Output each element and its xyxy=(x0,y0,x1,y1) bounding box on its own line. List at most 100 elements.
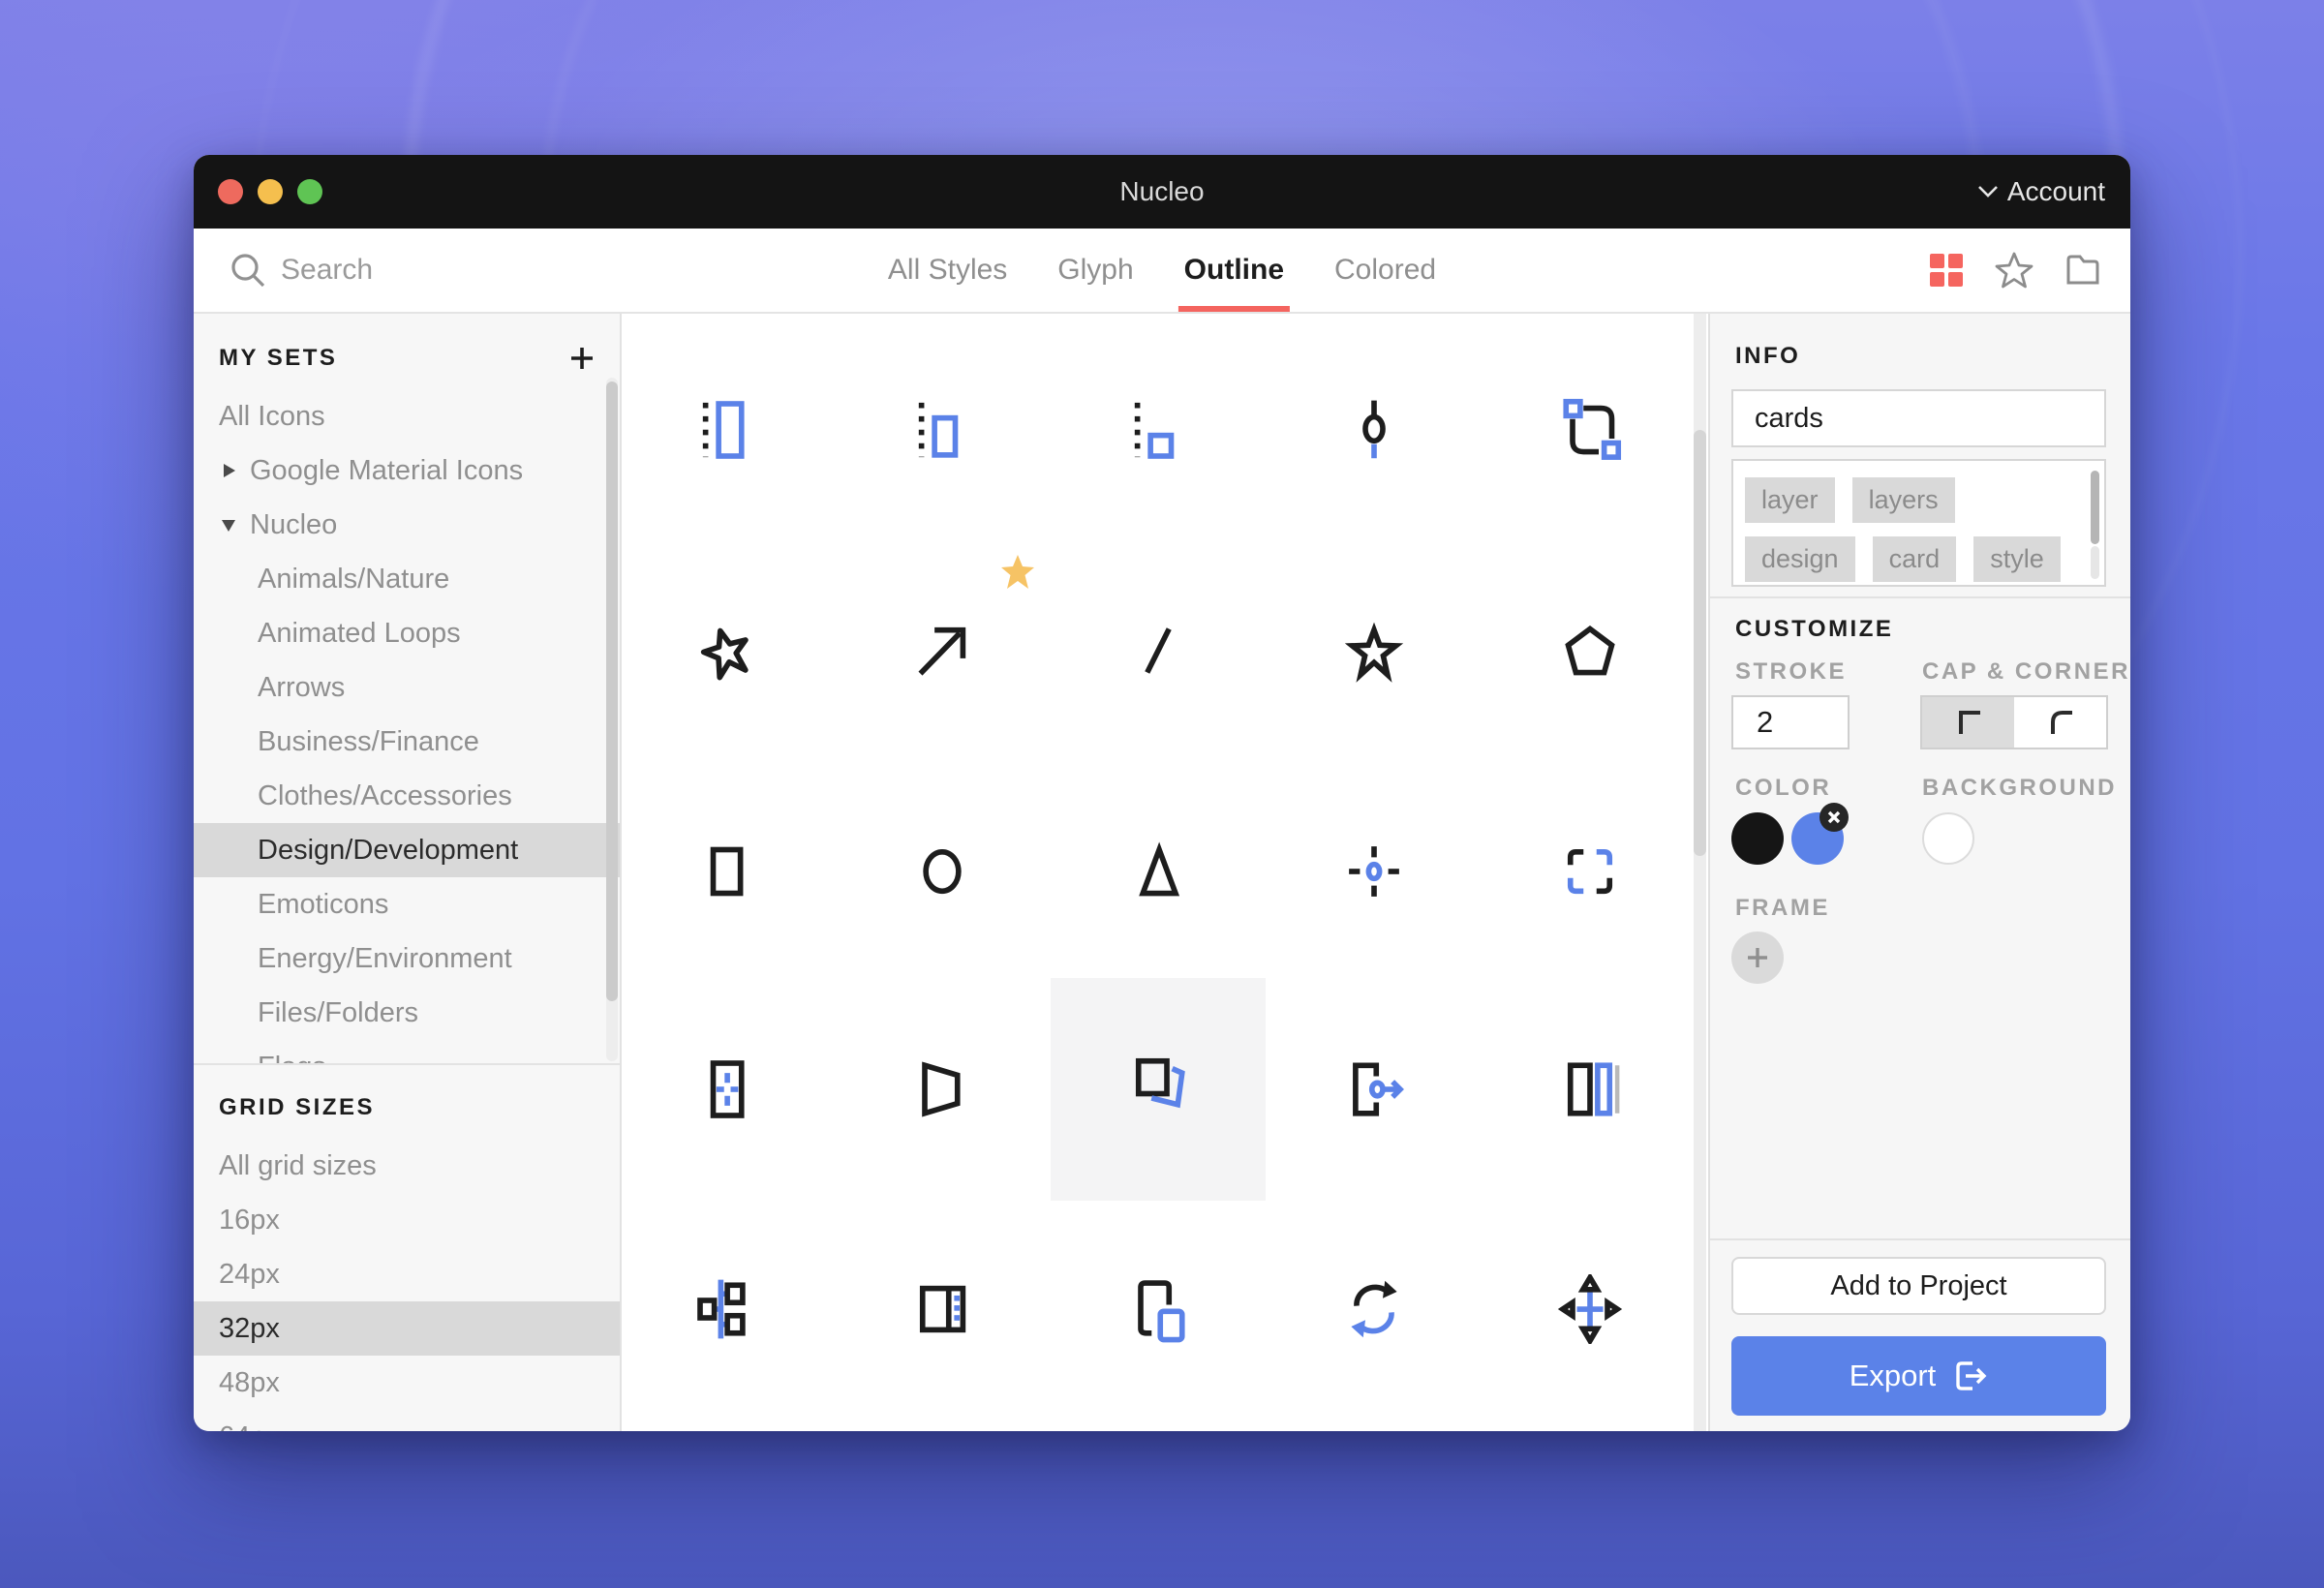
sidebar-item-energy-environment[interactable]: Energy/Environment xyxy=(194,931,620,986)
inspector-panel: INFO cards layer layers design card styl… xyxy=(1708,314,2130,1431)
sidebar-item-label: Design/Development xyxy=(258,835,518,867)
color-label: COLOR xyxy=(1735,775,1831,802)
tags-scrollbar-track[interactable] xyxy=(2091,546,2099,579)
plus-icon xyxy=(1746,946,1769,969)
content-area: MY SETS All Icons Google Material Icons … xyxy=(194,314,2130,1431)
grid-icon-duplicate[interactable] xyxy=(1123,1274,1193,1344)
grid-icon-crosshair-center[interactable] xyxy=(1339,837,1409,906)
grid-size-label: 32px xyxy=(219,1313,280,1345)
sidebar-item-label: Animated Loops xyxy=(258,618,461,650)
sidebar: MY SETS All Icons Google Material Icons … xyxy=(194,314,622,1431)
add-to-project-button[interactable]: Add to Project xyxy=(1731,1257,2106,1315)
grid-size-16px[interactable]: 16px xyxy=(194,1193,620,1247)
export-label: Export xyxy=(1850,1359,1937,1393)
tags-scrollbar-thumb[interactable] xyxy=(2091,471,2099,544)
sidebar-scrollbar-thumb[interactable] xyxy=(606,382,618,1001)
grid-icon-swap-corners[interactable] xyxy=(1555,395,1625,465)
sidebar-item-all-icons[interactable]: All Icons xyxy=(194,389,620,443)
grid-icon-move-arrows[interactable] xyxy=(1555,1274,1625,1344)
grid-icon-align-left-half[interactable] xyxy=(907,395,977,465)
grid-icon-star[interactable] xyxy=(1339,616,1409,686)
tag-layer[interactable]: layer xyxy=(1745,477,1835,523)
grid-size-64px[interactable]: 64px xyxy=(194,1410,620,1431)
favorites-star-icon[interactable] xyxy=(1995,252,2034,289)
icon-name-input[interactable]: cards xyxy=(1731,389,2106,447)
sidebar-item-clothes-accessories[interactable]: Clothes/Accessories xyxy=(194,769,620,823)
grid-icon-rectangle[interactable] xyxy=(691,837,761,906)
grid-sizes-header: GRID SIZES xyxy=(194,1065,620,1139)
corner-miter-option[interactable] xyxy=(1922,697,2014,748)
tag-design[interactable]: design xyxy=(1745,536,1855,582)
grid-icon-align-left-full[interactable] xyxy=(691,395,761,465)
tab-colored[interactable]: Colored xyxy=(1334,229,1436,312)
grid-icon-distribute-nodes[interactable] xyxy=(691,1274,761,1344)
grid-view-icon[interactable] xyxy=(1929,253,1964,288)
grid-size-label: 16px xyxy=(219,1205,280,1237)
folder-icon[interactable] xyxy=(2064,254,2101,287)
sidebar-item-flags[interactable]: Flags xyxy=(194,1040,620,1063)
grid-icon-ellipse[interactable] xyxy=(907,837,977,906)
grid-icon-rotate-copy[interactable] xyxy=(1123,1054,1193,1124)
remove-color-badge[interactable] xyxy=(1819,803,1849,832)
sidebar-item-animated-loops[interactable]: Animated Loops xyxy=(194,606,620,660)
tab-outline[interactable]: Outline xyxy=(1184,229,1284,312)
stroke-width-input[interactable]: 2 xyxy=(1731,695,1850,749)
export-button[interactable]: Export xyxy=(1731,1336,2106,1416)
grid-icon-sidebar-list[interactable] xyxy=(907,1274,977,1344)
sidebar-item-design-development[interactable]: Design/Development xyxy=(194,823,620,877)
my-sets-header: MY SETS xyxy=(194,314,620,389)
stroke-label: STROKE xyxy=(1735,658,1847,686)
grid-icon-export-object[interactable] xyxy=(1339,1054,1409,1124)
info-header: INFO xyxy=(1735,343,1800,370)
sidebar-item-animals-nature[interactable]: Animals/Nature xyxy=(194,552,620,606)
grid-size-24px[interactable]: 24px xyxy=(194,1247,620,1301)
grid-icon-arrow-up-right[interactable] xyxy=(907,616,977,686)
caret-right-icon[interactable] xyxy=(219,461,238,480)
grid-icon-triangle[interactable] xyxy=(1123,837,1193,906)
tag-style[interactable]: style xyxy=(1973,536,2061,582)
cap-corner-label: CAP & CORNER xyxy=(1922,658,2130,686)
background-swatch-white[interactable] xyxy=(1922,812,1974,865)
grid-size-48px[interactable]: 48px xyxy=(194,1356,620,1410)
tab-all-styles[interactable]: All Styles xyxy=(888,229,1007,312)
search-icon xyxy=(229,251,267,290)
sidebar-item-nucleo[interactable]: Nucleo xyxy=(194,498,620,552)
icon-grid xyxy=(622,314,1708,1431)
grid-size-all[interactable]: All grid sizes xyxy=(194,1139,620,1193)
grid-icon-star-rounded[interactable] xyxy=(691,616,761,686)
search-input[interactable]: Search xyxy=(229,251,373,290)
grid-icon-align-bottom-left[interactable] xyxy=(1123,395,1193,465)
sidebar-item-google-material-icons[interactable]: Google Material Icons xyxy=(194,443,620,498)
search-placeholder: Search xyxy=(281,254,373,287)
tab-glyph[interactable]: Glyph xyxy=(1057,229,1133,312)
tag-layers[interactable]: layers xyxy=(1852,477,1955,523)
sidebar-item-label: Files/Folders xyxy=(258,997,418,1029)
customize-header: CUSTOMIZE xyxy=(1735,616,1893,643)
tags-box[interactable]: layer layers design card style palette xyxy=(1731,459,2106,587)
sidebar-item-arrows[interactable]: Arrows xyxy=(194,660,620,715)
sidebar-item-emoticons[interactable]: Emoticons xyxy=(194,877,620,931)
sidebar-item-files-folders[interactable]: Files/Folders xyxy=(194,986,620,1040)
grid-icon-diagonal-line[interactable] xyxy=(1123,616,1193,686)
grid-icon-frame-corners[interactable] xyxy=(1555,837,1625,906)
caret-down-icon[interactable] xyxy=(219,515,238,534)
app-window: Nucleo Account Search All Styles Glyph O… xyxy=(194,155,2130,1431)
grid-scrollbar-thumb[interactable] xyxy=(1694,430,1706,856)
grid-size-32px[interactable]: 32px xyxy=(194,1301,620,1356)
grid-icon-pentagon[interactable] xyxy=(1555,616,1625,686)
toolbar-view-icons xyxy=(1929,252,2101,289)
add-frame-button[interactable] xyxy=(1731,931,1784,984)
corner-round-option[interactable] xyxy=(2014,697,2106,748)
grid-icon-anchor-node[interactable] xyxy=(1339,395,1409,465)
grid-icon-panels[interactable] xyxy=(1555,1054,1625,1124)
grid-icon-artboard-center[interactable] xyxy=(691,1054,761,1124)
sidebar-item-business-finance[interactable]: Business/Finance xyxy=(194,715,620,769)
add-set-icon[interactable] xyxy=(569,346,595,371)
account-menu[interactable]: Account xyxy=(1976,176,2105,207)
tag-card[interactable]: card xyxy=(1873,536,1957,582)
grid-size-label: 24px xyxy=(219,1259,280,1291)
sidebar-item-label: Business/Finance xyxy=(258,726,479,758)
grid-icon-perspective[interactable] xyxy=(907,1054,977,1124)
grid-icon-rotate-refresh[interactable] xyxy=(1339,1274,1409,1344)
color-swatch-black[interactable] xyxy=(1731,812,1784,865)
